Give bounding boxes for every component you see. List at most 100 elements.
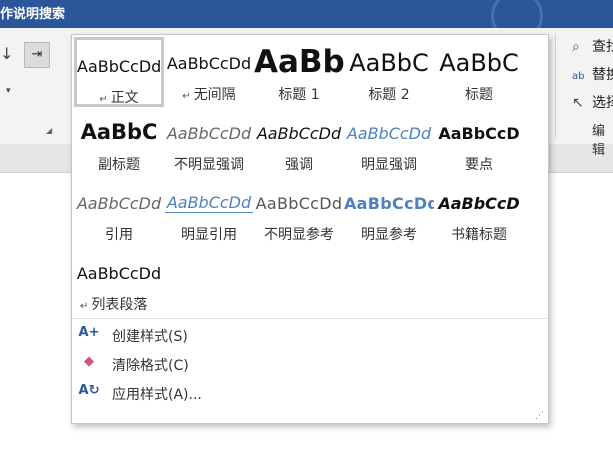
indent-button[interactable]: ⇥ xyxy=(24,42,50,68)
style-preview: AaBbCcDd xyxy=(74,264,164,298)
menu-separator xyxy=(72,318,548,319)
style-preview: AaBbCcDd xyxy=(254,194,344,228)
style-preview: AaBbCcD xyxy=(434,194,524,228)
style-name: ↵ 正文 xyxy=(77,87,161,106)
style-name-label: 明显引用 xyxy=(181,227,237,243)
style-preview-text: AaBbCcDd xyxy=(166,124,252,143)
style-tile[interactable]: AaBbCcDd ↵ 列表段落 xyxy=(74,247,164,317)
create-style-menu-item[interactable]: A+ 创建样式(S) xyxy=(72,321,548,349)
style-tile[interactable]: AaBbCcDd 引用 xyxy=(74,177,164,247)
resize-grip-icon[interactable]: ⋰ xyxy=(535,411,544,421)
paragraph-dialog-launcher-icon[interactable]: ◢ xyxy=(46,126,52,135)
style-preview-text: AaBbCcD xyxy=(438,194,520,213)
style-name: 标题 xyxy=(434,84,524,104)
create-style-label: 创建样式(S) xyxy=(112,329,188,345)
apply-styles-label: 应用样式(A)... xyxy=(112,387,202,403)
apply-styles-icon: A↻ xyxy=(78,383,100,398)
style-name-label: 引用 xyxy=(105,227,133,243)
style-name: 明显参考 xyxy=(344,224,434,244)
style-preview: AaBbCcDd xyxy=(74,194,164,228)
paragraph-mark-icon: ↵ xyxy=(182,91,191,102)
styles-gallery-dropdown: AaBbCcDd ↵ 正文 AaBbCcDd ↵ 无间隔 AaBb 标题 1 AaBbC 标题 2… xyxy=(71,34,549,424)
style-name-label: 明显强调 xyxy=(361,157,417,173)
style-name: 标题 2 xyxy=(344,84,434,104)
style-preview: AaBbCcDd xyxy=(254,124,344,158)
style-preview: AaBbCcDd xyxy=(164,193,254,227)
ribbon-group-separator xyxy=(555,34,556,138)
style-preview: AaBbCcDd xyxy=(164,54,254,88)
style-tile[interactable]: AaBbC 副标题 xyxy=(74,107,164,177)
style-name-label: 不明显强调 xyxy=(174,157,244,173)
style-tile[interactable]: AaBbCcDd ↵ 正文 xyxy=(74,37,164,107)
create-style-icon: A+ xyxy=(78,325,100,340)
style-preview-text: AaBbCcDd xyxy=(344,194,434,213)
style-preview-text: AaBb xyxy=(254,44,344,78)
style-name-label: 标题 2 xyxy=(368,87,410,103)
style-tile[interactable]: AaBbCcD 书籍标题 xyxy=(434,177,524,247)
style-preview-text: AaBbCcDd xyxy=(166,54,252,73)
style-preview: AaBbCcDd xyxy=(164,124,254,158)
style-name-label: 不明显参考 xyxy=(264,227,334,243)
style-preview: AaBbCcDd xyxy=(77,57,161,91)
select-label: 选择 xyxy=(592,95,613,111)
style-name: 副标题 xyxy=(74,154,164,174)
apply-styles-menu-item[interactable]: A↻ 应用样式(A)... xyxy=(72,379,548,407)
style-name: 明显强调 xyxy=(344,154,434,174)
style-name-label: 标题 1 xyxy=(278,87,320,103)
style-preview: AaBbC xyxy=(434,49,524,83)
style-tile[interactable]: AaBbC 标题 2 xyxy=(344,37,434,107)
style-name-label: 无间隔 xyxy=(193,87,236,103)
title-bar: 作说明搜索 xyxy=(0,0,613,42)
style-name: 强调 xyxy=(254,154,344,174)
find-button[interactable]: ⌕ 查找 xyxy=(572,36,613,58)
style-tile[interactable]: AaBbCcDd 明显强调 xyxy=(344,107,434,177)
cursor-icon: ↖ xyxy=(572,95,584,111)
style-preview-text: AaBbCcDd xyxy=(256,124,342,143)
style-preview: AaBbCcDd xyxy=(344,194,434,228)
replace-button[interactable]: ab 替换 xyxy=(572,64,613,86)
style-tile[interactable]: AaBbCcDd 明显参考 xyxy=(344,177,434,247)
editing-group-label: 编辑 xyxy=(592,124,606,158)
paragraph-mark-icon: ↵ xyxy=(80,301,89,312)
style-tile[interactable]: AaBbCcDd ↵ 无间隔 xyxy=(164,37,254,107)
paragraph-dropdown-icon[interactable]: ▾ xyxy=(6,86,11,96)
style-preview-text: AaBbCcDd xyxy=(76,194,162,213)
clear-formatting-icon: ◆ xyxy=(84,354,94,369)
style-name: 不明显参考 xyxy=(254,224,344,244)
style-name-label: 正文 xyxy=(110,90,139,106)
tell-me-search-text[interactable]: 作说明搜索 xyxy=(0,3,65,22)
style-preview: AaBbCcDd xyxy=(344,124,434,158)
clear-formatting-menu-item[interactable]: ◆ 清除格式(C) xyxy=(72,350,548,378)
select-button[interactable]: ↖ 选择 xyxy=(572,92,613,114)
style-name: 要点 xyxy=(434,154,524,174)
style-name-label: 列表段落 xyxy=(91,297,148,313)
style-preview-text: AaBbC xyxy=(439,49,519,77)
style-tile[interactable]: AaBbCcDd 不明显参考 xyxy=(254,177,344,247)
style-tile[interactable]: AaBbC 标题 xyxy=(434,37,524,107)
style-tile[interactable]: AaBbCcDd 强调 xyxy=(254,107,344,177)
style-preview-text: AaBbC xyxy=(80,120,158,144)
style-name-label: 副标题 xyxy=(98,157,140,173)
style-preview-text: AaBbCcDd xyxy=(164,193,254,213)
style-name: ↵ 列表段落 xyxy=(80,294,164,314)
style-preview: AaBbCcD xyxy=(434,124,524,158)
style-name-label: 明显参考 xyxy=(361,227,417,243)
style-name-label: 书籍标题 xyxy=(451,227,507,243)
find-label: 查找 xyxy=(592,39,613,55)
style-name-label: 标题 xyxy=(465,87,493,103)
style-preview-text: AaBbCcD xyxy=(438,124,520,143)
style-name: 书籍标题 xyxy=(434,224,524,244)
style-tile[interactable]: AaBbCcDd 不明显强调 xyxy=(164,107,254,177)
replace-icon: ab xyxy=(572,71,585,82)
paragraph-mark-icon: ↵ xyxy=(99,94,108,105)
style-preview-text: AaBbCcDd xyxy=(77,57,161,76)
style-preview: AaBbC xyxy=(74,120,164,154)
style-name: 引用 xyxy=(74,224,164,244)
sort-arrow-icon[interactable]: ↓ xyxy=(0,44,13,63)
style-name: 明显引用 xyxy=(164,224,254,244)
indent-icon: ⇥ xyxy=(31,47,43,62)
style-tile[interactable]: AaBbCcD 要点 xyxy=(434,107,524,177)
style-tile[interactable]: AaBb 标题 1 xyxy=(254,37,344,107)
search-icon: ⌕ xyxy=(572,39,580,55)
style-tile[interactable]: AaBbCcDd 明显引用 xyxy=(164,177,254,247)
